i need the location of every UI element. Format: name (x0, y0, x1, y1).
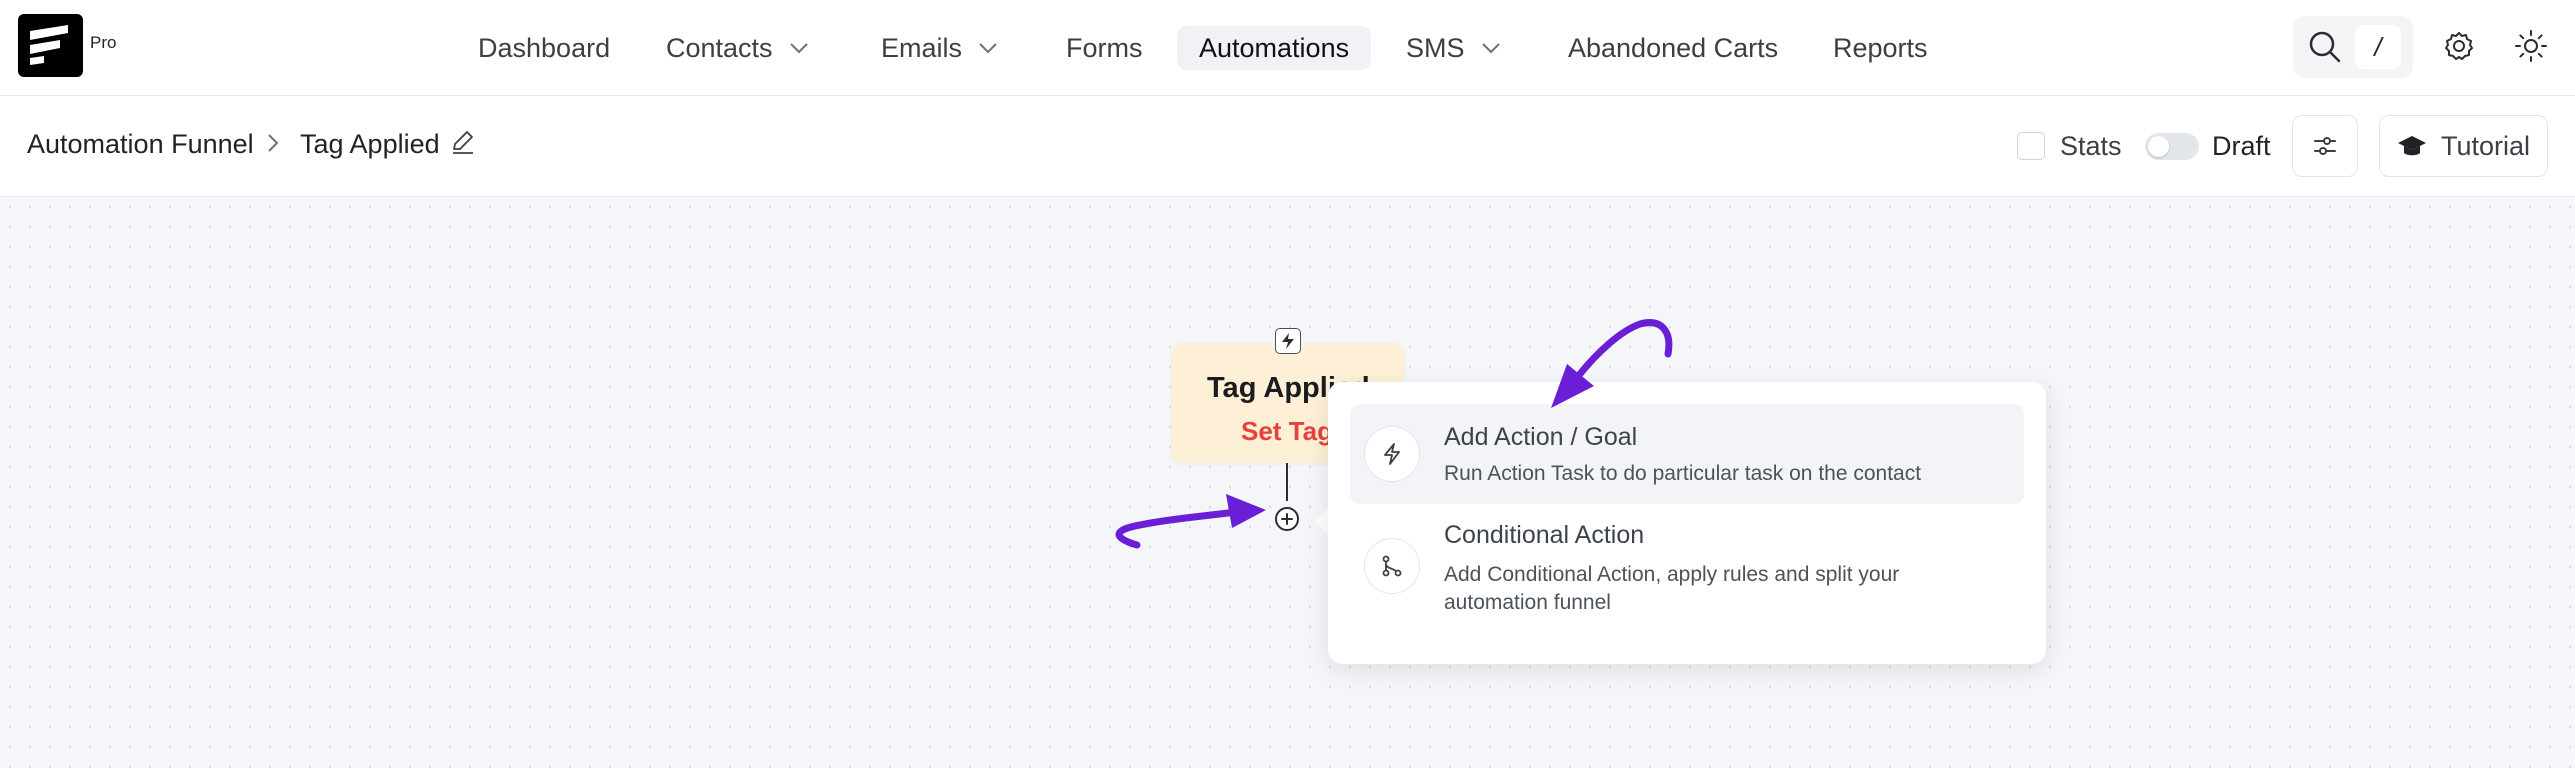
breadcrumb-root[interactable]: Automation Funnel (27, 129, 254, 160)
nav-sms-label: SMS (1406, 32, 1465, 63)
nav-reports[interactable]: Reports (1833, 26, 1928, 70)
status-label: Draft (2212, 131, 2271, 161)
search-icon[interactable] (2307, 29, 2343, 65)
breadcrumb-current: Tag Applied (300, 129, 440, 159)
nav-sms[interactable]: SMS (1406, 26, 1501, 70)
nav-reports-label: Reports (1833, 32, 1928, 63)
conditional-action-option[interactable]: Conditional Action Add Conditional Actio… (1350, 518, 2024, 648)
trigger-subtitle: Set Tag (1241, 416, 1333, 446)
nav-automations-label: Automations (1199, 32, 1350, 63)
sliders-icon (2314, 137, 2336, 155)
tutorial-button[interactable]: Tutorial (2379, 115, 2548, 177)
nav-abandoned-carts[interactable]: Abandoned Carts (1568, 26, 1778, 70)
chevron-down-icon (789, 42, 809, 54)
chevron-down-icon (978, 42, 998, 54)
nav-dashboard[interactable]: Dashboard (478, 26, 610, 70)
nav-contacts-label: Contacts (666, 32, 773, 63)
stats-checkbox[interactable] (2017, 132, 2045, 160)
theme-sun-icon[interactable] (2511, 26, 2551, 66)
nav-emails[interactable]: Emails (881, 26, 998, 70)
nav-emails-label: Emails (881, 32, 963, 63)
stats-label: Stats (2060, 131, 2122, 161)
funnel-settings-button[interactable] (2292, 115, 2358, 177)
option-title: Conditional Action (1444, 521, 1645, 549)
nav-forms-label: Forms (1066, 32, 1143, 63)
nav-contacts[interactable]: Contacts (666, 26, 809, 70)
nav-dashboard-label: Dashboard (478, 32, 611, 63)
logo-mark-icon (30, 25, 68, 65)
plan-label: Pro (90, 33, 117, 52)
top-navigation: Pro Dashboard Contacts Emails Forms Auto… (0, 0, 2575, 96)
settings-gear-icon[interactable] (2439, 26, 2479, 66)
search-group: / (2293, 16, 2413, 78)
option-description: Add Conditional Action, apply rules and … (1444, 563, 1900, 614)
app-logo[interactable] (18, 14, 83, 77)
tutorial-label: Tutorial (2440, 130, 2531, 161)
graduation-cap-icon (2397, 136, 2426, 156)
edit-pencil-icon[interactable] (450, 129, 476, 160)
node-connector (1286, 463, 1288, 501)
nav-automations[interactable]: Automations (1177, 26, 1372, 70)
option-description: Run Action Task to do particular task on… (1444, 462, 1922, 485)
popover-caret (1315, 508, 1329, 536)
search-shortcut-key[interactable]: / (2355, 25, 2401, 69)
add-step-plus-icon[interactable] (1275, 507, 1299, 531)
add-action-goal-option[interactable]: Add Action / Goal Run Action Task to do … (1350, 404, 2024, 504)
bolt-icon (1364, 426, 1420, 482)
nav-abandoned-carts-label: Abandoned Carts (1568, 32, 1779, 63)
chevron-right-icon (266, 132, 280, 159)
nav-forms[interactable]: Forms (1066, 26, 1143, 70)
status-toggle[interactable] (2145, 133, 2199, 160)
option-title: Add Action / Goal (1444, 423, 1638, 451)
add-step-menu: Add Action / Goal Run Action Task to do … (1328, 382, 2046, 664)
branch-icon (1364, 538, 1420, 594)
chevron-down-icon (1481, 42, 1501, 54)
toggle-knob (2148, 136, 2169, 157)
bolt-icon (1275, 328, 1301, 354)
funnel-header: Automation Funnel Tag Applied Stats Draf… (0, 96, 2575, 197)
